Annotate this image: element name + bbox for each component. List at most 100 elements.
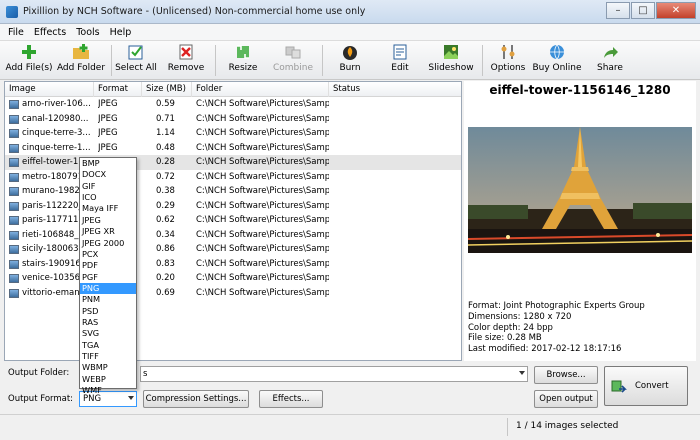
menu-file[interactable]: File — [8, 27, 24, 38]
toolbar-separator — [215, 45, 216, 76]
add-plus-icon — [22, 45, 36, 59]
output-folder-input[interactable]: s — [140, 366, 528, 382]
table-row[interactable]: arno-river-106... JPEG 0.59 C:\NCH Software… — [5, 97, 461, 112]
column-size[interactable]: Size (MB) — [142, 82, 192, 97]
table-row[interactable]: stairs-190916...JPEG0.83C:\NCH Software\… — [5, 257, 461, 272]
format-option[interactable]: RAS — [80, 317, 136, 328]
image-thumbnail-icon — [9, 274, 19, 283]
format-option[interactable]: ICO — [80, 192, 136, 203]
format-option[interactable]: PDF — [80, 260, 136, 271]
cell-size: 0.62 — [156, 215, 175, 225]
minimize-button[interactable]: – — [606, 2, 630, 19]
preview-panel: eiffel-tower-1156146_1280 Format: Joint … — [464, 81, 696, 361]
remove-icon — [179, 44, 193, 60]
combine-label: Combine — [272, 63, 313, 73]
column-image[interactable]: Image — [5, 82, 94, 97]
cell-size: 0.34 — [156, 229, 175, 240]
effects-button[interactable]: Effects... — [259, 390, 323, 408]
format-option[interactable]: JPEG XR — [80, 226, 136, 237]
format-option[interactable]: SVG — [80, 328, 136, 339]
format-option[interactable]: GIF — [80, 181, 136, 192]
format-option[interactable]: Maya IFF — [80, 203, 136, 214]
format-option[interactable]: PCX — [80, 249, 136, 260]
slideshow-icon — [444, 45, 458, 59]
cell-format: JPEG — [98, 99, 118, 109]
remove-button[interactable]: Remove — [164, 43, 208, 78]
format-option[interactable]: WBMP — [80, 362, 136, 373]
table-row[interactable]: canal-120980... JPEG 0.71 C:\NCH Software\P… — [5, 112, 461, 127]
table-row[interactable]: sicily-1800632...JPEG0.86C:\NCH Software… — [5, 242, 461, 257]
format-option[interactable]: JPEG — [80, 215, 136, 226]
format-option[interactable]: PSD — [80, 306, 136, 317]
edit-button[interactable]: Edit — [380, 43, 420, 78]
format-option[interactable]: JPEG 2000 — [80, 238, 136, 249]
chevron-down-icon[interactable] — [519, 371, 525, 375]
combine-button[interactable]: Combine — [270, 43, 316, 78]
table-row[interactable]: murano-1982...JPEG0.38C:\NCH Software\Pi… — [5, 184, 461, 199]
cell-folder: C:\NCH Software\Pictures\Sampl... — [196, 99, 329, 109]
format-option[interactable]: PNM — [80, 294, 136, 305]
add-files-button[interactable]: Add File(s) — [4, 43, 54, 78]
maximize-button[interactable]: □ — [631, 2, 655, 19]
format-option[interactable]: TIFF — [80, 351, 136, 362]
cell-status — [333, 155, 453, 170]
list-rows: arno-river-106... JPEG 0.59 C:\NCH Software… — [5, 97, 461, 300]
share-label: Share — [597, 63, 623, 73]
cell-size: 0.38 — [156, 186, 175, 196]
buy-online-button[interactable]: Buy Online — [532, 43, 582, 78]
table-row[interactable]: paris-1177113...JPEG0.62C:\NCH Software\… — [5, 213, 461, 228]
menu-effects[interactable]: Effects — [34, 27, 66, 38]
table-row[interactable]: rieti-106848_1...JPEG0.34C:\NCH Software… — [5, 228, 461, 243]
burn-label: Burn — [339, 63, 361, 73]
browse-button[interactable]: Browse... — [534, 366, 598, 384]
cell-folder: C:\NCH Software\Pictures\Sampl... — [196, 128, 329, 138]
resize-icon — [237, 45, 249, 59]
slideshow-button[interactable]: Slideshow — [428, 43, 474, 78]
burn-button[interactable]: Burn — [330, 43, 370, 78]
table-row[interactable]: eiffel-tower-1...JPEG0.28C:\NCH Software… — [5, 155, 461, 170]
toolbar-separator — [482, 45, 483, 76]
status-separator — [507, 418, 508, 436]
image-thumbnail-icon — [9, 288, 19, 298]
column-folder[interactable]: Folder — [192, 82, 329, 97]
image-thumbnail-icon — [9, 114, 19, 124]
cell-status — [333, 228, 453, 243]
column-status[interactable]: Status — [329, 82, 461, 97]
format-option[interactable]: DOCX — [80, 169, 136, 180]
table-row[interactable]: paris-112220_...JPEG0.29C:\NCH Software\… — [5, 199, 461, 214]
menu-tools[interactable]: Tools — [76, 27, 99, 38]
format-option[interactable]: PNG — [80, 282, 136, 295]
menu-help[interactable]: Help — [110, 27, 132, 38]
add-folder-button[interactable]: Add Folder — [56, 43, 106, 78]
chevron-down-icon[interactable] — [128, 396, 134, 400]
format-option[interactable]: BMP — [80, 158, 136, 169]
output-format-label: Output Format: — [8, 394, 74, 404]
compression-settings-button[interactable]: Compression Settings... — [143, 390, 249, 408]
table-row[interactable]: venice-103568...JPEG0.20C:\NCH Software\… — [5, 271, 461, 286]
options-button[interactable]: Options — [488, 43, 528, 78]
cell-size: 0.59 — [156, 99, 175, 109]
column-format[interactable]: Format — [94, 82, 142, 97]
cell-folder: C:\NCH Software\Pictures\Sampl... — [196, 186, 329, 196]
edit-label: Edit — [391, 63, 409, 73]
format-option[interactable]: PGF — [80, 272, 136, 283]
resize-button[interactable]: Resize — [222, 43, 264, 78]
info-last-modified: Last modified: 2017-02-12 18:17:16 — [468, 344, 622, 355]
convert-button[interactable]: Convert — [604, 366, 688, 406]
table-row[interactable]: cinque-terre-1... JPEG 0.48 C:\NCH Software… — [5, 141, 461, 156]
table-row[interactable]: metro-180791...JPEG0.72C:\NCH Software\P… — [5, 170, 461, 185]
table-row[interactable]: cinque-terre-3... JPEG 1.14 C:\NCH Software… — [5, 126, 461, 141]
format-option[interactable]: WMF — [80, 385, 136, 396]
share-button[interactable]: Share — [590, 43, 630, 78]
image-thumbnail-icon — [9, 172, 19, 182]
image-thumbnail-icon — [9, 187, 19, 196]
table-row[interactable]: vittorio-emanu...JPEG0.69C:\NCH Software… — [5, 286, 461, 301]
open-output-button[interactable]: Open output — [534, 390, 598, 408]
format-option[interactable]: WEBP — [80, 374, 136, 385]
select-all-button[interactable]: Select All — [114, 43, 158, 78]
cell-status — [333, 199, 453, 214]
format-option[interactable]: TGA — [80, 340, 136, 351]
info-color-depth: Color depth: 24 bpp — [468, 322, 553, 333]
close-button[interactable]: ✕ — [656, 2, 696, 19]
file-list: Image Format Size (MB) Folder Status arn… — [4, 81, 462, 361]
